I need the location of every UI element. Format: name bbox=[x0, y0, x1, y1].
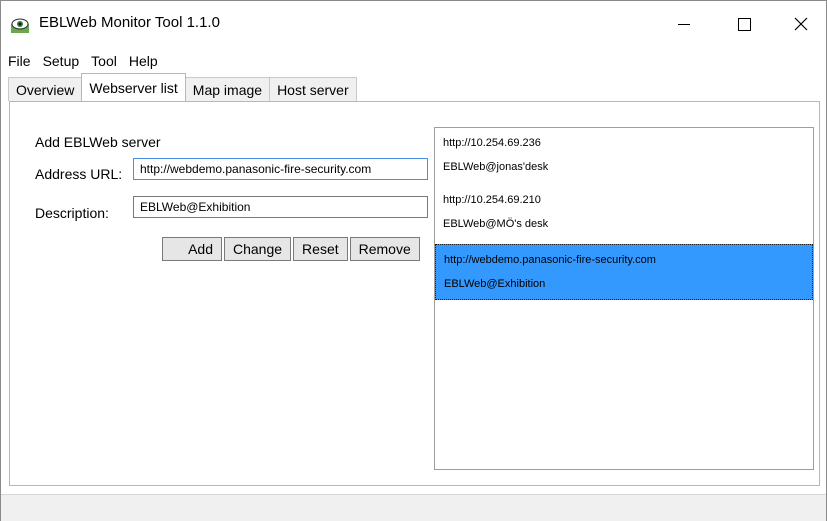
title-bar: EBLWeb Monitor Tool 1.1.0 bbox=[1, 1, 826, 47]
remove-button[interactable]: Remove bbox=[349, 237, 420, 261]
server-url: http://10.254.69.210 bbox=[443, 194, 541, 206]
menu-file[interactable]: File bbox=[1, 53, 37, 73]
address-url-input[interactable]: http://webdemo.panasonic-fire-security.c… bbox=[133, 158, 428, 180]
form-buttons: Add Change Reset Remove bbox=[162, 237, 422, 261]
maximize-icon bbox=[737, 17, 751, 31]
window-title: EBLWeb Monitor Tool 1.1.0 bbox=[39, 14, 220, 31]
form-heading: Add EBLWeb server bbox=[35, 134, 161, 150]
menu-help[interactable]: Help bbox=[123, 53, 164, 73]
list-item-selected[interactable]: http://webdemo.panasonic-fire-security.c… bbox=[435, 244, 813, 300]
server-description: EBLWeb@MÖ's desk bbox=[443, 218, 549, 230]
close-button[interactable] bbox=[778, 1, 824, 47]
server-list[interactable]: http://10.254.69.236 EBLWeb@jonas'desk h… bbox=[434, 127, 814, 470]
close-icon bbox=[794, 17, 808, 31]
list-item[interactable]: http://10.254.69.210 EBLWeb@MÖ's desk bbox=[435, 185, 813, 241]
list-item[interactable]: http://10.254.69.236 EBLWeb@jonas'desk bbox=[435, 128, 813, 184]
minimize-icon bbox=[678, 23, 690, 25]
tab-map-image[interactable]: Map image bbox=[184, 77, 271, 101]
server-url: http://10.254.69.236 bbox=[443, 137, 541, 149]
tab-webserver-list[interactable]: Webserver list bbox=[81, 73, 186, 101]
reset-button[interactable]: Reset bbox=[293, 237, 348, 261]
tab-host-server[interactable]: Host server bbox=[269, 77, 357, 101]
maximize-button[interactable] bbox=[721, 1, 767, 47]
menu-bar: File Setup Tool Help bbox=[1, 53, 164, 73]
minimize-button[interactable] bbox=[661, 1, 707, 47]
tab-strip: Overview Webserver list Map image Host s… bbox=[8, 73, 357, 101]
add-button[interactable]: Add bbox=[162, 237, 222, 261]
menu-tool[interactable]: Tool bbox=[85, 53, 123, 73]
server-description: EBLWeb@Exhibition bbox=[444, 278, 546, 290]
change-button[interactable]: Change bbox=[224, 237, 292, 261]
tab-overview[interactable]: Overview bbox=[8, 77, 83, 101]
description-input[interactable]: EBLWeb@Exhibition bbox=[133, 196, 428, 218]
server-description: EBLWeb@jonas'desk bbox=[443, 161, 549, 173]
address-url-label: Address URL: bbox=[35, 166, 123, 182]
eye-icon bbox=[11, 18, 29, 33]
menu-setup[interactable]: Setup bbox=[37, 53, 86, 73]
main-window: EBLWeb Monitor Tool 1.1.0 File Setup Too… bbox=[0, 0, 827, 521]
description-label: Description: bbox=[35, 205, 109, 221]
status-bar bbox=[1, 494, 826, 521]
server-url: http://webdemo.panasonic-fire-security.c… bbox=[444, 254, 656, 266]
